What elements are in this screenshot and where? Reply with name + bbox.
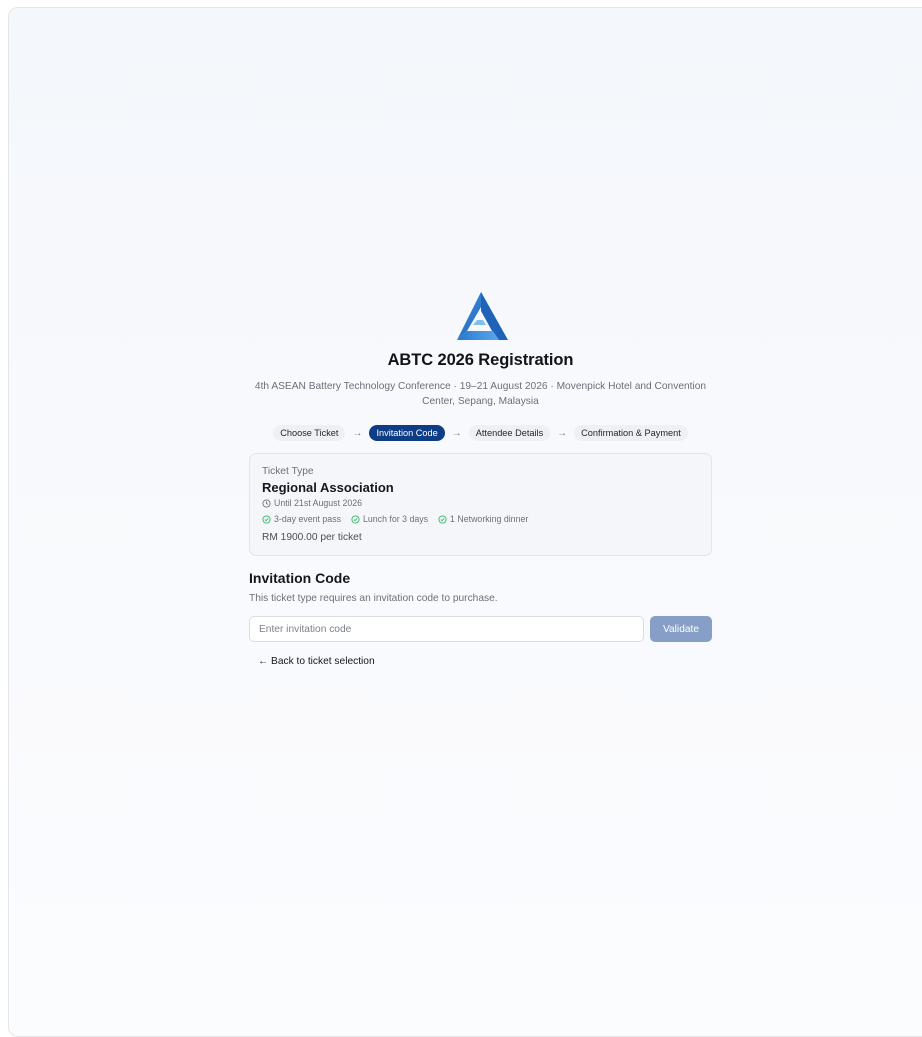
page-title: ABTC 2026 Registration <box>387 351 574 369</box>
invitation-code-row: Validate <box>249 616 712 642</box>
perk-text: 3-day event pass <box>274 514 341 524</box>
event-subtitle: 4th ASEAN Battery Technology Conference … <box>254 381 707 407</box>
abtc-logo <box>456 292 508 340</box>
step-confirmation-payment: Confirmation & Payment <box>574 425 688 441</box>
check-circle-icon <box>262 514 271 524</box>
invitation-section-title: Invitation Code <box>249 570 351 586</box>
perk-item: Lunch for 3 days <box>351 514 428 524</box>
ticket-deadline: Until 21st August 2026 <box>262 498 699 508</box>
ticket-summary-card: Ticket Type Regional Association Until 2… <box>249 453 712 556</box>
step-invitation-code: Invitation Code <box>369 425 445 441</box>
perk-item: 1 Networking dinner <box>438 514 528 524</box>
ticket-deadline-text: Until 21st August 2026 <box>274 498 363 508</box>
check-circle-icon <box>351 514 360 524</box>
check-circle-icon <box>438 514 447 524</box>
step-attendee-details: Attendee Details <box>468 425 551 441</box>
perk-item: 3-day event pass <box>262 514 341 524</box>
back-to-ticket-selection-link[interactable]: ← Back to ticket selection <box>258 656 375 667</box>
ticket-name: Regional Association <box>262 480 394 495</box>
arrow-right-icon: → <box>557 427 568 439</box>
arrow-right-icon: → <box>451 427 462 439</box>
arrow-right-icon: → <box>352 427 363 439</box>
invitation-description: This ticket type requires an invitation … <box>249 593 498 604</box>
ticket-perks: 3-day event pass Lunch for 3 days 1 Netw… <box>262 514 699 524</box>
perk-text: 1 Networking dinner <box>450 514 529 524</box>
invitation-code-input[interactable] <box>249 616 644 642</box>
progress-steps: Choose Ticket → Invitation Code → Attend… <box>249 425 712 441</box>
validate-button[interactable]: Validate <box>650 616 712 642</box>
step-choose-ticket: Choose Ticket <box>273 425 346 441</box>
app-window: ABTC 2026 Registration 4th ASEAN Battery… <box>8 7 922 1037</box>
clock-icon <box>262 498 271 508</box>
ticket-price: RM 1900.00 per ticket <box>262 532 362 543</box>
registration-panel: ABTC 2026 Registration 4th ASEAN Battery… <box>249 291 712 669</box>
perk-text: Lunch for 3 days <box>363 514 429 524</box>
ticket-type-label: Ticket Type <box>262 466 314 477</box>
